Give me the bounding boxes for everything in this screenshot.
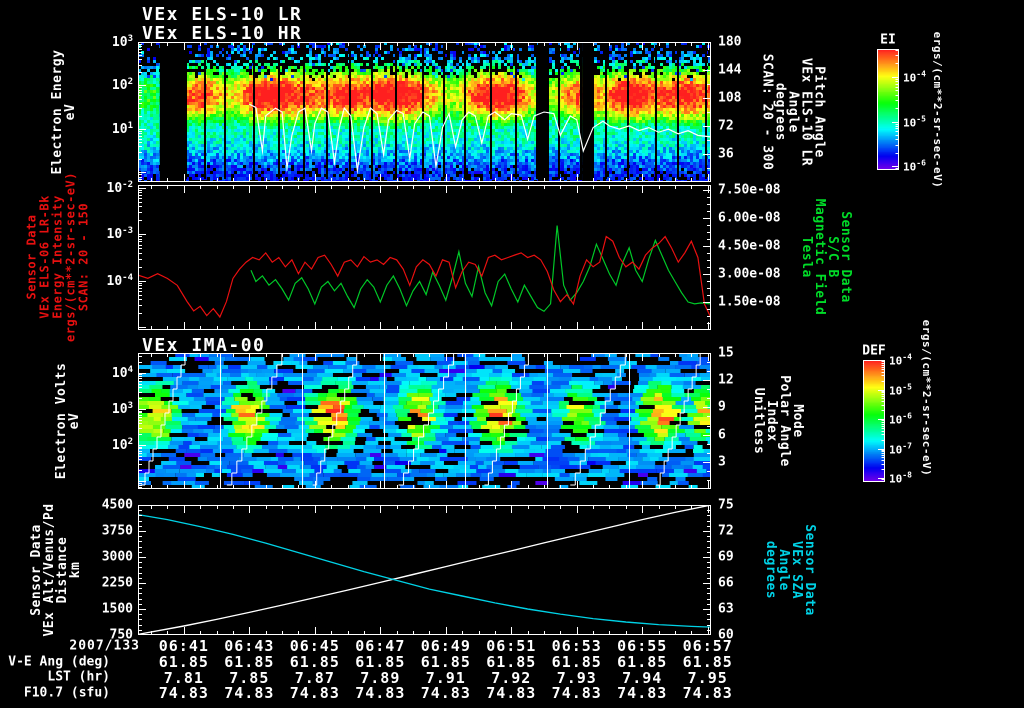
y-axis-tick-label: 10-2: [106, 179, 134, 196]
y-axis-tick-label: 6: [718, 427, 726, 443]
y-axis-tick-label: 103: [111, 400, 133, 418]
colorbar-tick-label: 10-5: [903, 114, 926, 129]
y-axis-tick-label: 4500: [101, 497, 133, 513]
ephemeris-value: 74.83: [486, 684, 537, 702]
f107-row-label: F10.7 (sfu): [23, 685, 110, 701]
ephemeris-value: 74.83: [551, 684, 602, 702]
y-axis-tick-label: 7.50e-08: [718, 182, 781, 198]
y-axis-tick-label: 2250: [101, 575, 133, 591]
ephemeris-value: 74.83: [355, 684, 406, 702]
y-axis-tick-label: 180: [718, 34, 742, 50]
y-axis-tick-label: 10-4: [106, 272, 134, 289]
els-panel-title: VEx ELS-10 LR VEx ELS-10 HR: [142, 4, 303, 44]
ephemeris-value: 74.83: [158, 684, 209, 702]
y-axis-tick-label: 1500: [101, 601, 133, 617]
ephemeris-value: 74.83: [682, 684, 733, 702]
y-axis-tick-label: 103: [111, 33, 133, 51]
y-axis-tick-label: 36: [718, 146, 734, 162]
ima-left-axis-label: Electron Volts eV: [54, 362, 82, 480]
els-spectrogram-canvas: [138, 42, 711, 182]
intensity-left-axis-label: Sensor Data VEx ELS-06 LR-Bk Energy Inte…: [24, 172, 91, 342]
y-axis-tick-label: 102: [111, 77, 133, 94]
y-axis-tick-label: 102: [111, 436, 133, 454]
bfield-right-axis-label: Sensor Data S/C B Magnetic Field Tesla: [799, 198, 853, 316]
y-axis-tick-label: 101: [111, 120, 133, 138]
y-axis-tick-label: 15: [718, 345, 734, 361]
ephemeris-value: 74.83: [420, 684, 471, 702]
ei-colorbar-title: EI: [880, 32, 896, 48]
def-colorbar-title: DEF: [862, 343, 886, 359]
y-axis-tick-label: 4.50e-08: [718, 238, 781, 254]
ei-colorbar-units: ergs/(cm**2-sr-sec-eV): [931, 31, 944, 189]
intensity-bfield-plot-canvas: [138, 185, 711, 330]
y-axis-tick-label: 72: [718, 523, 734, 539]
ephemeris-value: 74.83: [617, 684, 668, 702]
ei-colorbar: [877, 49, 899, 170]
y-axis-tick-label: 144: [718, 62, 742, 78]
y-axis-tick-label: 63: [718, 601, 734, 617]
def-colorbar-units: ergs/(cm**2-sr-sec-eV): [920, 319, 933, 477]
orbit-left-axis-label: Sensor Data VEx Alt/Venus/Pd Distance km: [29, 503, 83, 637]
y-axis-tick-label: 3750: [101, 523, 133, 539]
colorbar-tick-label: 10-7: [889, 441, 912, 456]
altitude-sza-plot-canvas: [138, 505, 711, 635]
ephemeris-value: 74.83: [224, 684, 275, 702]
colorbar-tick-label: 10-4: [903, 69, 926, 85]
colorbar-tick-label: 10-4: [889, 352, 912, 368]
els-left-axis-label: Electron Energy eV: [50, 49, 78, 175]
y-axis-tick-label: 1.50e-08: [718, 294, 781, 310]
ephemeris-value: 74.83: [289, 684, 340, 702]
colorbar-tick-label: 10-8: [889, 470, 912, 486]
lst-row-label: LST (hr): [47, 669, 110, 685]
ima-right-axis-label: Mode Polar Angle Index Unitless: [751, 375, 805, 467]
y-axis-tick-label: 108: [718, 90, 742, 106]
y-axis-tick-label: 104: [111, 364, 133, 381]
vex-summary-plot: VEx ELS-10 LR VEx ELS-10 HR VEx IMA-00 E…: [0, 0, 1024, 708]
y-axis-tick-label: 12: [718, 372, 734, 388]
els-right-axis-label: Pitch Angle VEx ELS-10 LR Angle degrees …: [759, 53, 827, 171]
colorbar-tick-label: 10-6: [903, 158, 926, 174]
ima-spectrogram-canvas: [138, 353, 711, 489]
def-colorbar: [863, 360, 885, 482]
y-axis-tick-label: 10-3: [106, 226, 134, 243]
y-axis-tick-label: 75: [718, 497, 734, 513]
colorbar-tick-label: 10-5: [889, 382, 912, 397]
y-axis-tick-label: 66: [718, 575, 734, 591]
y-axis-tick-label: 750: [109, 627, 133, 643]
y-axis-tick-label: 9: [718, 399, 726, 415]
y-axis-tick-label: 3.00e-08: [718, 266, 781, 282]
y-axis-tick-label: 72: [718, 118, 734, 134]
y-axis-tick-label: 3000: [101, 549, 133, 565]
colorbar-tick-label: 10-6: [889, 411, 912, 427]
y-axis-tick-label: 6.00e-08: [718, 210, 781, 226]
y-axis-tick-label: 69: [718, 549, 734, 565]
sza-right-axis-label: Sensor Data VEx SZA Angle degrees: [763, 524, 817, 616]
y-axis-tick-label: 3: [718, 454, 726, 470]
ve-ang-row-label: V-E Ang (deg): [8, 654, 110, 670]
